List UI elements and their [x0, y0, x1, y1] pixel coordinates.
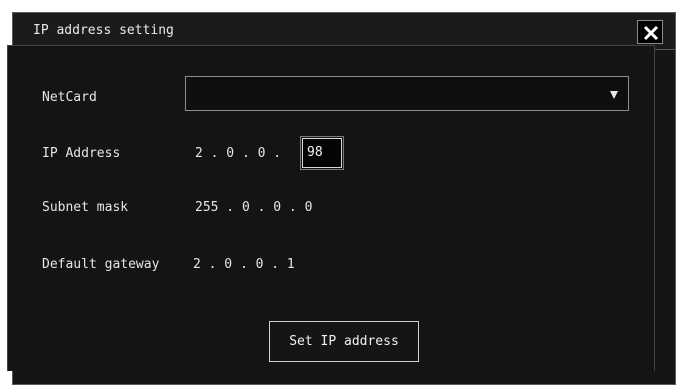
chevron-down-icon	[610, 91, 618, 99]
netcard-label: NetCard	[42, 90, 97, 105]
default-gateway-label: Default gateway	[42, 257, 160, 272]
set-ip-address-button[interactable]: Set IP address	[269, 321, 419, 362]
subnet-mask-label: Subnet mask	[42, 200, 129, 215]
close-icon	[643, 25, 659, 41]
default-gateway-value: 2 . 0 . 0 . 1	[193, 257, 295, 272]
ip-address-label: IP Address	[42, 146, 121, 161]
subnet-mask-value: 255 . 0 . 0 . 0	[195, 200, 313, 215]
dialog-title: IP address setting	[33, 23, 174, 38]
ip-last-octet-input[interactable]: 98	[300, 136, 344, 170]
netcard-select[interactable]	[185, 76, 629, 111]
ip-address-prefix: 2 . 0 . 0 .	[195, 146, 282, 161]
close-button[interactable]	[637, 20, 663, 44]
